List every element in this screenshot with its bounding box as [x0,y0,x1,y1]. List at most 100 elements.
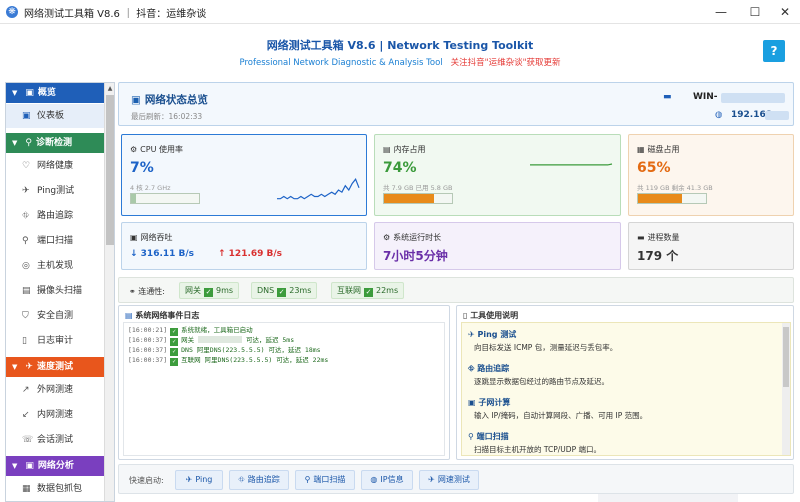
sidebar-item-health[interactable]: ♡ 网络健康 [6,154,104,178]
guide-item-title: 子网计算 [478,398,511,407]
sidebar-item-hostfind[interactable]: ◎ 主机发现 [6,254,104,278]
quick-button-label: 网速测试 [437,475,470,484]
sidebar-scrollbar[interactable]: ▲ [104,83,114,501]
log-timestamp: [16:00:21] [128,326,168,334]
check-icon: ✓ [170,338,179,346]
sidebar-item-camera[interactable]: ▤ 摄像头扫描 [6,279,104,303]
minimize-button[interactable]: — [706,2,736,22]
check-icon: ✓ [170,348,179,356]
sidebar-item-logaudit[interactable]: ▯ 日志审计 [6,329,104,353]
quick-ping-button[interactable]: ✈ Ping [175,470,223,490]
app-header: 网络测试工具箱 V8.6 | Network Testing Toolkit P… [0,24,800,78]
event-log-body[interactable]: [16:00:21] ✓ 系统就绪，工具箱已启动 [16:00:37] ✓ 网关 可达，… [123,322,445,456]
target-icon: ◎ [22,261,30,271]
cpu-detail: 4 核 2.7 GHz [130,184,171,192]
sidebar-item-label: 内网测速 [37,410,74,420]
guide-item-subnet-desc: 输入 IP/掩码，自动计算网段、广播、可用 IP 范围。 [474,411,648,420]
camera-icon: ▤ [22,286,31,296]
log-text: 网关 [181,336,199,344]
log-line: [16:00:37] ✓ DNS 阿里DNS(223.5.5.5) 可达，延迟 18… [128,346,440,356]
sidebar-item-security[interactable]: ⛉ 安全自测 [6,304,104,328]
sidebar-group-overview[interactable]: ▼ ▣ 概览 [6,83,104,103]
host-name: WIN- [693,92,718,102]
log-line: [16:00:37] ✓ 互联网 阿里DNS(223.5.5.5) 可达，延迟 22… [128,356,440,366]
guide-item-portscan-desc: 扫描目标主机开放的 TCP/UDP 端口。 [474,445,601,454]
log-text: DNS 阿里DNS(223.5.5.5) 可达，延迟 18ms [181,346,321,354]
app-subtitle: Professional Network Diagnostic & Analys… [0,56,800,68]
tool-guide-panel: ▯ 工具使用说明 ✈ Ping 测试 向目标发送 ICMP 包，测量延迟与丢包率… [456,305,794,460]
route-icon: ⛗ [238,475,245,484]
sidebar-item-label: Ping测试 [37,186,75,196]
app-title: 网络测试工具箱 V8.6 | Network Testing Toolkit [266,39,534,52]
sidebar-item-session[interactable]: ☏ 会话测试 [6,428,104,452]
quick-button-label: Ping [195,475,213,484]
magnifier-icon: ⚲ [468,432,477,441]
chevron-down-icon: ▼ [12,462,18,470]
guide-item-trace-title: ⛗ 路由追踪 [468,363,509,374]
check-icon: ✓ [170,358,179,366]
sidebar-item-ping[interactable]: ✈ Ping测试 [6,179,104,203]
sidebar-item-dashboard[interactable]: ▣ 仪表板 [6,104,104,128]
subtitle-en: Professional Network Diagnostic & Analys… [239,58,443,68]
sidebar-item-label: 网络健康 [37,161,74,171]
internet-label: 互联网 [337,286,361,295]
monitor-icon: ▬ [663,92,672,102]
tool-guide-body[interactable]: ✈ Ping 测试 向目标发送 ICMP 包，测量延迟与丢包率。 ⛗ 路由追踪 … [461,322,791,456]
process-label-text: 进程数量 [647,233,680,242]
sidebar-item-label: 仪表板 [37,111,65,121]
connectivity-label: ⚭ 连通性: [129,286,165,297]
disk-label: ▦ 磁盘占用 [637,144,680,155]
cpu-label-text: CPU 使用率 [140,145,183,154]
rocket-icon: ✈ [25,362,33,372]
sidebar-item-portscan[interactable]: ⚲ 端口扫描 [6,229,104,253]
sidebar-item-capture[interactable]: ▦ 数据包抓包 [6,477,104,501]
guide-scrollbar[interactable] [782,323,790,455]
sidebar-item-extspeed[interactable]: ↗ 外网测速 [6,378,104,402]
sidebar-item-label: 主机发现 [37,261,74,271]
scroll-thumb[interactable] [106,95,114,245]
dns-label: DNS [257,286,275,295]
disk-usage-fill [638,194,683,203]
quick-portscan-button[interactable]: ⚲ 端口扫描 [295,470,355,490]
network-icon: ▣ [130,233,138,242]
internet-status: 互联网 ✓ 22ms [331,282,405,299]
sidebar-group-analysis[interactable]: ▼ ▣ 网络分析 [6,456,104,476]
quick-launch-label: 快速启动: [129,476,164,485]
close-button[interactable]: ✕ [770,2,800,22]
chevron-down-icon: ▼ [12,89,18,97]
redacted-gateway [198,336,243,343]
event-log-title: ▤ 系统网络事件日志 [125,310,199,321]
group-label: 概览 [37,88,56,98]
uptime-label: ⚙ 系统运行时长 [383,232,441,243]
maximize-button[interactable]: ☐ [740,2,770,22]
log-line: [16:00:37] ✓ 网关 可达，延迟 5ms [128,336,440,346]
memory-card: ▤ 内存占用 74% 共 7.9 GB 已用 5.8 GB [374,134,621,216]
sidebar-group-speed[interactable]: ▼ ✈ 速度测试 [6,357,104,377]
title-bar: ❋ 网络测试工具箱 V8.6 ｜ 抖音：运维杂谈 — ☐ ✕ [0,0,800,24]
cpu-sparkline [277,178,360,200]
quick-trace-button[interactable]: ⛗ 路由追踪 [229,470,289,490]
group-label: 网络分析 [37,461,74,471]
uptime-card: ⚙ 系统运行时长 7小时5分钟 [374,222,621,270]
ping-icon: ✈ [468,330,478,339]
scroll-thumb[interactable] [783,327,789,387]
cpu-value: 7% [130,160,154,176]
cpu-spark-line [277,178,360,200]
disk-label-text: 磁盘占用 [647,145,680,154]
window-title: 网络测试工具箱 V8.6 ｜ 抖音：运维杂谈 [24,9,207,20]
scroll-up-icon[interactable]: ▲ [105,83,114,94]
help-button[interactable]: ? [763,40,785,62]
overview-title-text: 网络状态总览 [144,94,208,106]
sidebar-item-intspeed[interactable]: ↙ 内网测速 [6,403,104,427]
monitor-chart-icon: ▣ [131,94,141,106]
memory-sparkline [530,163,613,166]
sidebar-group-diagnostics[interactable]: ▼ ⚲ 诊断检测 [6,133,104,153]
log-text: 互联网 阿里DNS(223.5.5.5) 可达，延迟 22ms [181,356,329,364]
tool-guide-title-text: 工具使用说明 [470,311,519,320]
sidebar-item-trace[interactable]: ⛗ 路由追踪 [6,204,104,228]
sidebar-item-label: 日志审计 [37,336,74,346]
ping-icon: ✈ [185,475,193,484]
quick-ipinfo-button[interactable]: ◍ IP信息 [361,470,413,490]
quick-speedtest-button[interactable]: ✈ 网速测试 [419,470,479,490]
sidebar-item-label: 摄像头扫描 [37,286,83,296]
